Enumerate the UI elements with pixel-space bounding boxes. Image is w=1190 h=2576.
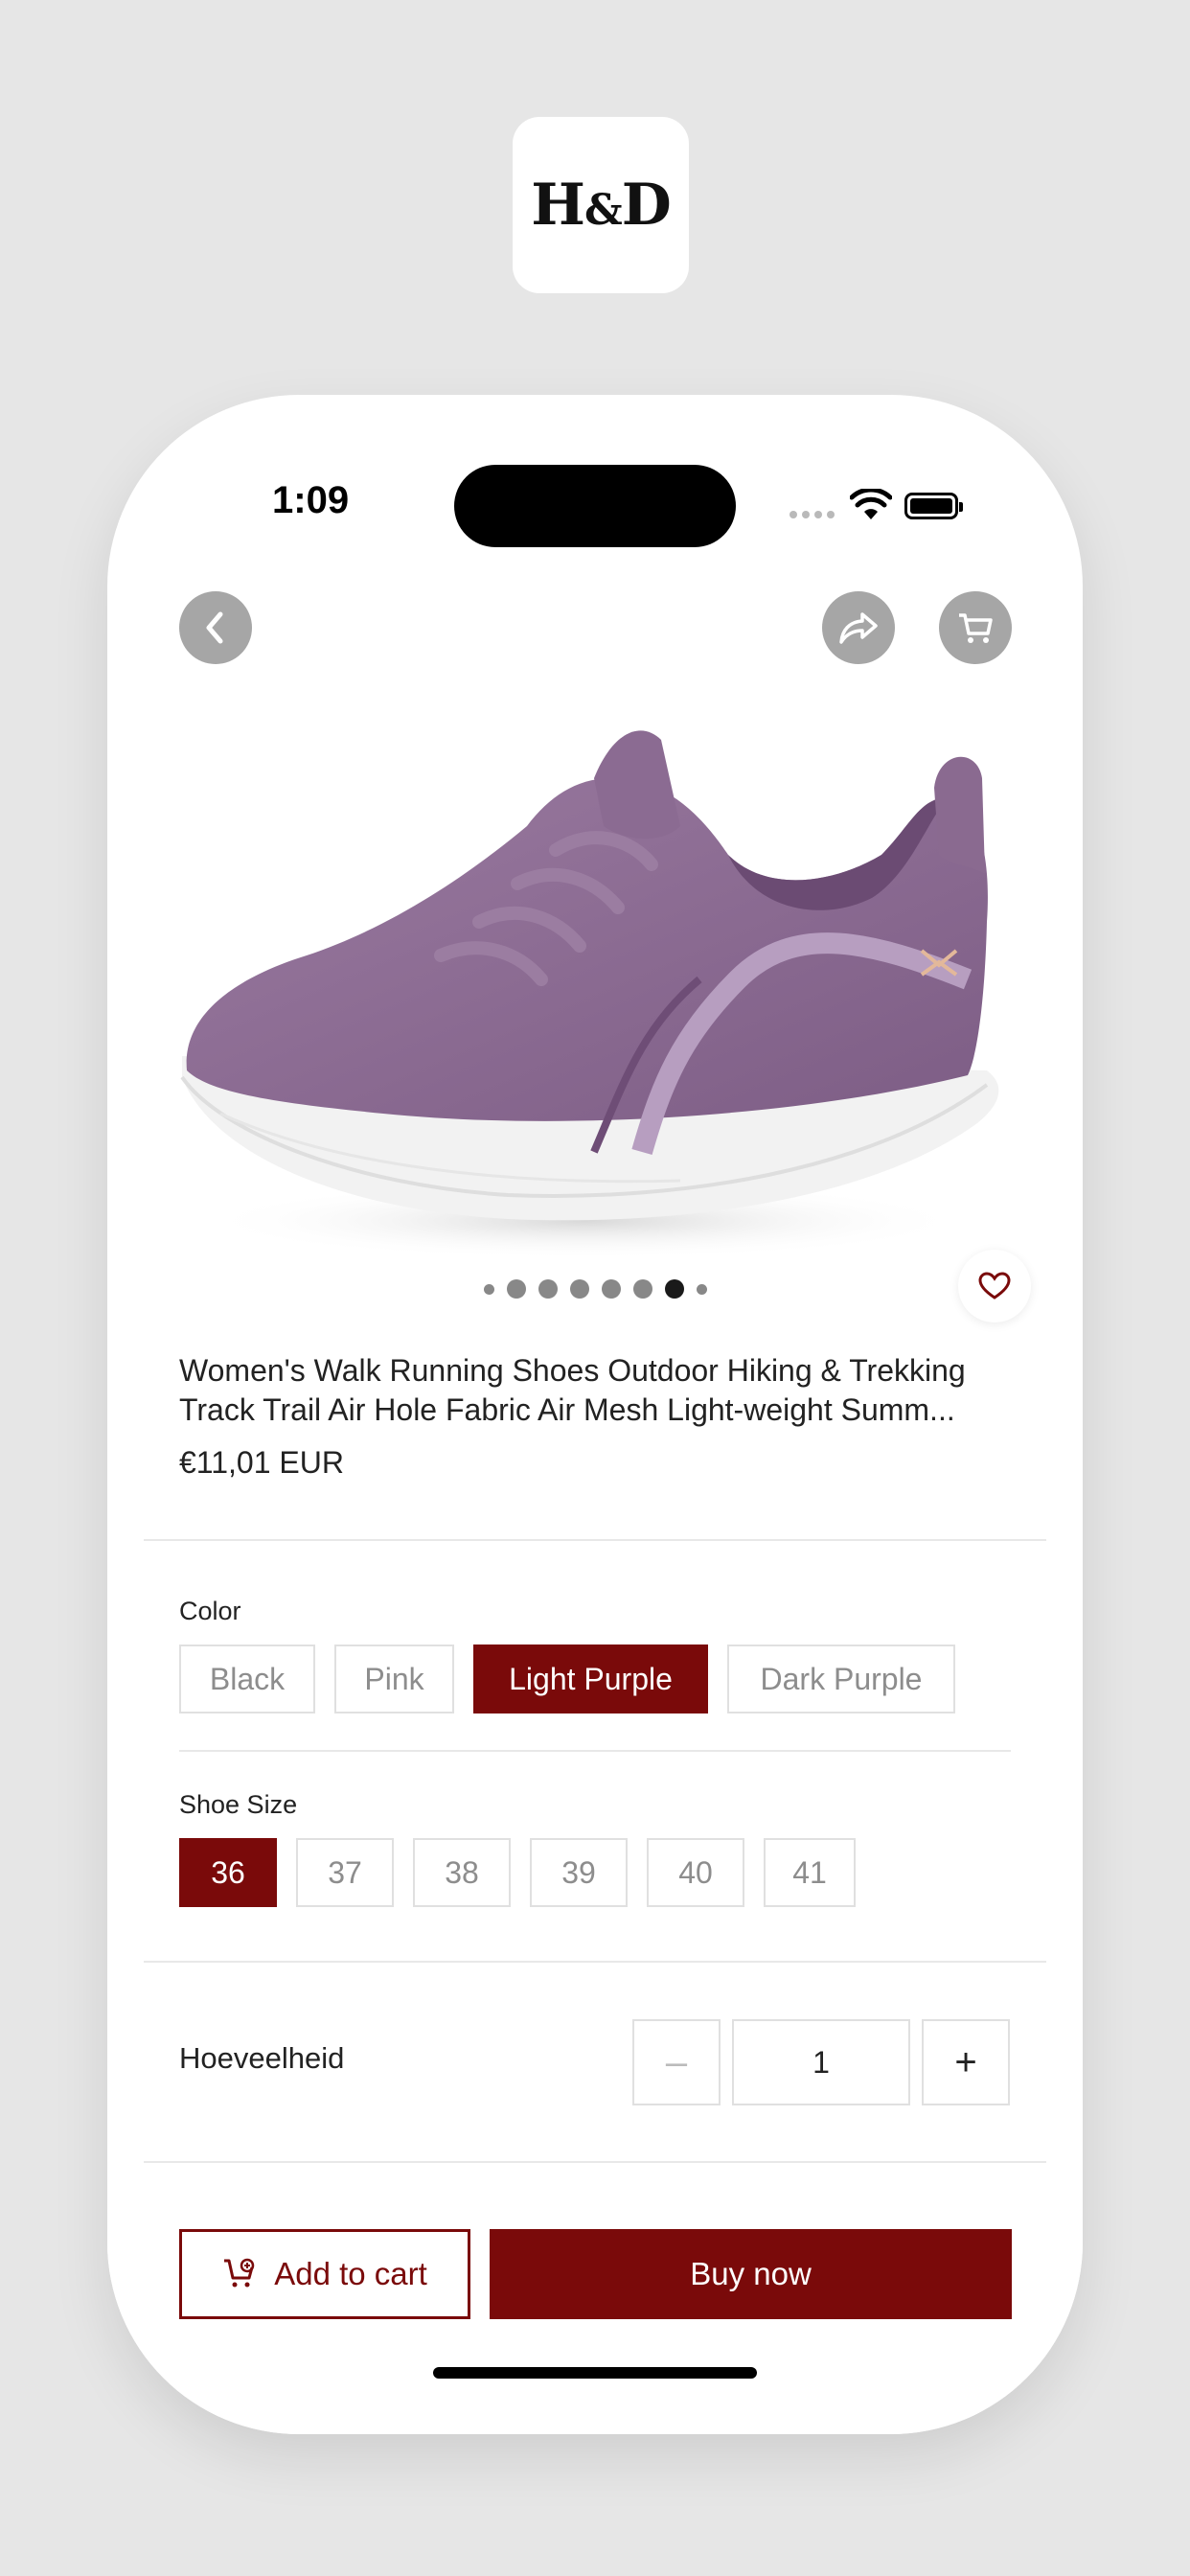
signal-icon [790, 511, 835, 518]
divider [144, 1539, 1046, 1541]
add-to-cart-label: Add to cart [274, 2256, 427, 2291]
color-options: Black Pink Light Purple Dark Purple [179, 1644, 955, 1714]
image-pager [107, 1279, 1083, 1299]
color-option[interactable]: Pink [334, 1644, 454, 1714]
buy-now-label: Buy now [690, 2256, 812, 2291]
status-time: 1:09 [272, 479, 350, 521]
quantity-decrement-button[interactable]: – [632, 2019, 721, 2105]
size-option[interactable]: 39 [530, 1838, 628, 1907]
favorite-button[interactable] [958, 1250, 1031, 1322]
size-option[interactable]: 40 [647, 1838, 744, 1907]
add-cart-icon [224, 2258, 255, 2288]
home-indicator[interactable] [433, 2367, 757, 2379]
buy-now-button[interactable]: Buy now [490, 2229, 1012, 2319]
color-option[interactable]: Black [179, 1644, 315, 1714]
product-price: €11,01 EUR [179, 1445, 344, 1480]
phone-frame: 1:09 Women's Walk Running Shoes Outdoor … [107, 395, 1083, 2434]
pager-dot[interactable] [483, 1283, 494, 1295]
add-to-cart-button[interactable]: Add to cart [179, 2229, 470, 2319]
size-option[interactable]: 37 [296, 1838, 394, 1907]
color-option[interactable]: Light Purple [473, 1644, 708, 1714]
minus-icon: – [665, 2040, 688, 2083]
color-label: Color [179, 1597, 241, 1625]
cart-icon [959, 613, 993, 643]
pager-dot[interactable] [538, 1279, 558, 1299]
product-image[interactable] [144, 634, 1046, 1344]
cart-button[interactable] [939, 591, 1012, 664]
product-title: Women's Walk Running Shoes Outdoor Hikin… [179, 1353, 966, 1427]
plus-icon: + [954, 2040, 977, 2083]
size-label: Shoe Size [179, 1790, 298, 1819]
pager-dot[interactable] [632, 1279, 652, 1299]
size-option[interactable]: 41 [764, 1838, 856, 1907]
app-logo: H&D [513, 117, 689, 293]
battery-icon [904, 493, 963, 519]
chevron-left-icon [206, 611, 223, 644]
dynamic-island [454, 465, 736, 547]
share-button[interactable] [822, 591, 895, 664]
share-icon [839, 612, 878, 644]
divider [144, 2161, 1046, 2163]
pager-dot[interactable] [506, 1279, 526, 1299]
pager-dot[interactable] [569, 1279, 589, 1299]
logo-text: H&D [531, 172, 671, 239]
divider [179, 1750, 1011, 1752]
quantity-input[interactable] [732, 2019, 910, 2105]
divider [144, 1961, 1046, 1963]
size-options: 36 37 38 39 40 41 [179, 1838, 856, 1907]
back-button[interactable] [179, 591, 252, 664]
size-option[interactable]: 36 [179, 1838, 277, 1907]
size-option[interactable]: 38 [413, 1838, 511, 1907]
pager-dot[interactable] [696, 1283, 707, 1295]
pager-dot[interactable] [664, 1279, 684, 1299]
quantity-increment-button[interactable]: + [922, 2019, 1010, 2105]
heart-icon [978, 1272, 1011, 1300]
wifi-icon [850, 489, 892, 519]
color-option[interactable]: Dark Purple [727, 1644, 955, 1714]
pager-dot[interactable] [601, 1279, 621, 1299]
quantity-label: Hoeveelheid [179, 2041, 345, 2075]
